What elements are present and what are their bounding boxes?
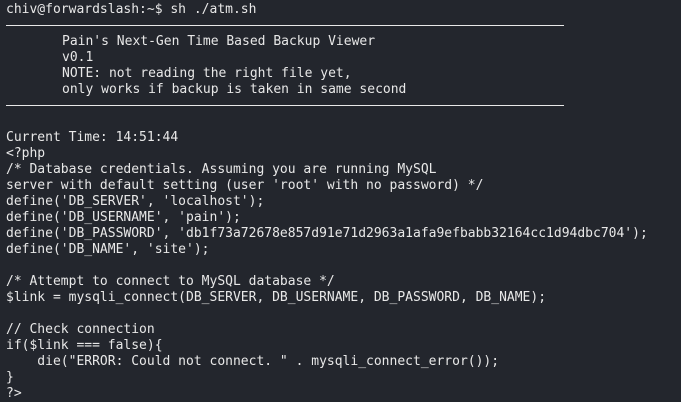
terminal-window[interactable]: chiv@forwardslash:~$ sh ./atm.sh Pain's …: [0, 0, 681, 401]
code-line: server with default setting (user 'root'…: [6, 178, 484, 193]
code-line: define('DB_SERVER', 'localhost');: [6, 194, 265, 209]
banner-note-line-1: NOTE: not reading the right file yet,: [62, 66, 352, 81]
code-line: // Check connection: [6, 322, 155, 337]
code-line: /* Attempt to connect to MySQL database …: [6, 274, 335, 289]
code-line: <?php: [6, 146, 46, 161]
command-prompt-line: chiv@forwardslash:~$ sh ./atm.sh: [6, 2, 257, 17]
banner-title: Pain's Next-Gen Time Based Backup Viewer: [62, 34, 376, 49]
code-line: die("ERROR: Could not connect. " . mysql…: [6, 354, 500, 369]
banner-bottom-divider: [6, 105, 564, 106]
code-line: /* Database credentials. Assuming you ar…: [6, 162, 437, 177]
banner-note-line-2: only works if backup is taken in same se…: [62, 82, 407, 97]
code-line: $link = mysqli_connect(DB_SERVER, DB_USE…: [6, 290, 547, 305]
code-line: define('DB_USERNAME', 'pain');: [6, 210, 241, 225]
code-line: define('DB_PASSWORD', 'db1f73a72678e857d…: [6, 226, 648, 241]
banner-top-divider: [6, 25, 564, 26]
code-line: if($link === false){: [6, 338, 163, 353]
code-line: }: [6, 370, 14, 385]
code-line: define('DB_NAME', 'site');: [6, 242, 210, 257]
current-time-output: Current Time: 14:51:44: [6, 130, 179, 145]
banner-version: v0.1: [62, 50, 94, 65]
